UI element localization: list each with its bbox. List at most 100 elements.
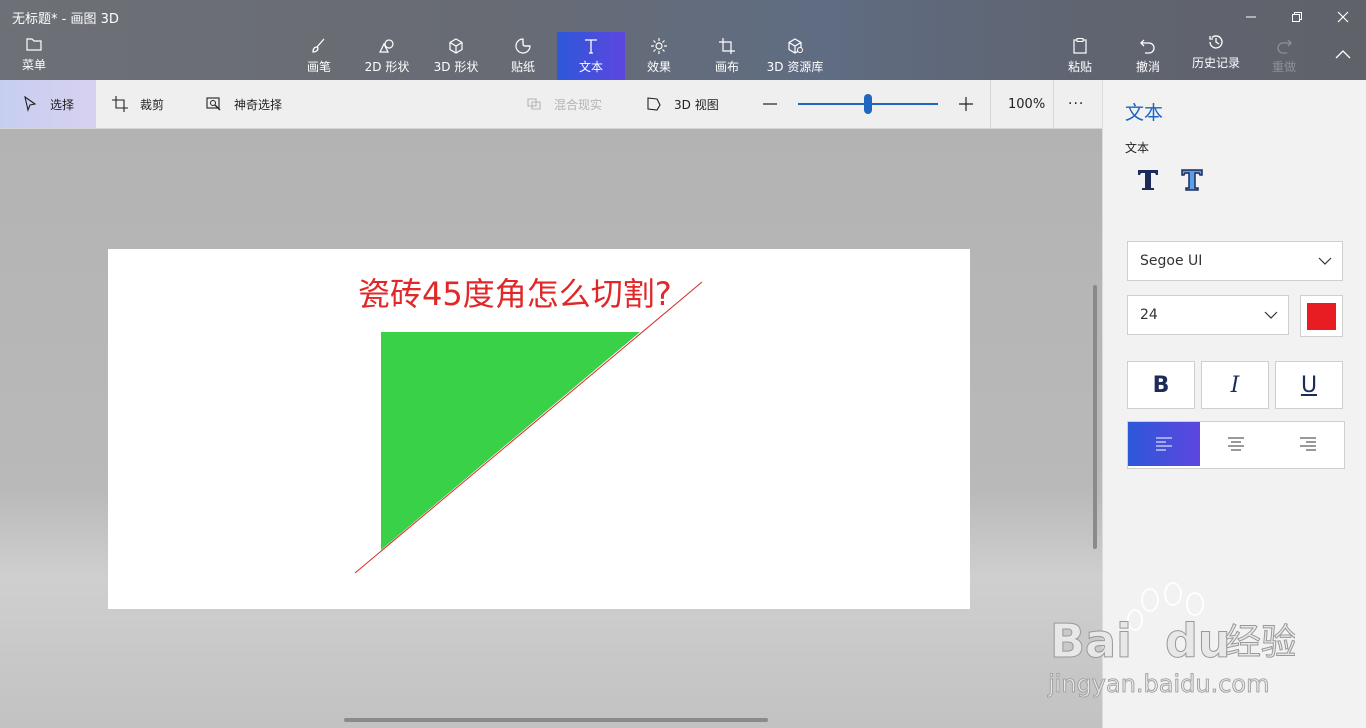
more-button[interactable]: ···: [1068, 80, 1084, 128]
font-size-value: 24: [1140, 307, 1158, 323]
minus-icon: [763, 103, 777, 105]
more-divider: [1053, 80, 1054, 128]
text-color-button[interactable]: [1300, 295, 1343, 337]
bold-button[interactable]: B: [1127, 361, 1195, 409]
cursor-icon: [24, 96, 37, 112]
minimize-button[interactable]: [1228, 3, 1274, 31]
paste-label: 粘贴: [1067, 60, 1092, 74]
align-right-icon: [1300, 437, 1316, 451]
watermark-logo: Bai du 经验 jingyan.baidu.com: [1047, 582, 1298, 698]
alignment-group: [1127, 421, 1345, 469]
2d-text-icon: [1138, 170, 1158, 190]
magic-select-label: 神奇选择: [234, 97, 283, 112]
tool-canvas-label: 画布: [714, 60, 739, 74]
2d-shapes-icon: [379, 39, 394, 53]
tool-2d-shapes[interactable]: 2D 形状: [362, 32, 412, 80]
tool-effects-label: 效果: [646, 60, 671, 74]
2d-text-button[interactable]: [1135, 164, 1161, 194]
menu-button[interactable]: 菜单: [8, 30, 60, 78]
underline-button[interactable]: U: [1275, 361, 1343, 409]
tool-3d-library[interactable]: 3D 资源库: [764, 32, 826, 80]
chevron-up-icon: [1335, 49, 1351, 58]
watermark-brand: Bai: [1050, 614, 1132, 668]
zoom-level[interactable]: 100%: [1008, 80, 1045, 128]
text-color-swatch: [1307, 302, 1336, 330]
font-size-dropdown[interactable]: 24: [1127, 295, 1289, 335]
tool-brush[interactable]: 画笔: [296, 32, 342, 80]
redo-icon: [1277, 39, 1292, 54]
minimize-icon: [1246, 16, 1256, 18]
mixed-reality-label: 混合现实: [554, 97, 603, 112]
zoom-in-button[interactable]: [956, 80, 976, 128]
italic-button[interactable]: I: [1201, 361, 1269, 409]
align-left-button[interactable]: [1128, 422, 1200, 466]
tool-text-label: 文本: [578, 60, 603, 74]
zoom-out-button[interactable]: [760, 80, 780, 128]
undo-button[interactable]: 撤消: [1130, 32, 1166, 80]
3d-view-button[interactable]: 3D 视图: [646, 80, 719, 128]
tool-text[interactable]: 文本: [557, 32, 625, 80]
folder-icon: [26, 38, 42, 51]
history-button[interactable]: 历史记录: [1188, 28, 1244, 76]
crop-button[interactable]: 裁剪: [112, 80, 164, 128]
stickers-icon: [515, 38, 531, 54]
vertical-scrollbar[interactable]: [1093, 285, 1097, 549]
select-label: 选择: [49, 97, 74, 112]
watermark-url: jingyan.baidu.com: [1047, 670, 1269, 698]
window-title: 无标题* - 画图 3D: [12, 12, 119, 27]
close-button[interactable]: [1320, 3, 1366, 31]
tool-stickers[interactable]: 贴纸: [500, 32, 546, 80]
drawing-canvas[interactable]: 瓷砖45度角怎么切割?: [108, 249, 970, 609]
collapse-toolbar-button[interactable]: [1328, 32, 1358, 80]
3d-view-label: 3D 视图: [674, 97, 719, 112]
paste-icon: [1073, 38, 1087, 54]
select-button[interactable]: 选择: [0, 80, 96, 128]
zoom-divider: [990, 80, 991, 128]
undo-icon: [1140, 39, 1155, 54]
restore-button[interactable]: [1274, 3, 1320, 31]
align-center-button[interactable]: [1200, 422, 1272, 466]
canvas-drawing: [354, 281, 703, 574]
3d-library-icon: [788, 38, 803, 54]
chevron-down-icon: [1318, 257, 1332, 265]
zoom-slider[interactable]: [798, 80, 938, 128]
redo-button[interactable]: 重做: [1266, 32, 1302, 80]
plus-icon: [959, 97, 973, 111]
title-toolbar: 无标题* - 画图 3D 菜单 画笔 2D 形状 3D 形状 贴纸 文本 效果 …: [0, 0, 1366, 80]
watermark-cn: 经验: [1225, 622, 1295, 663]
restore-icon: [1292, 12, 1302, 22]
crop-label: 裁剪: [140, 97, 165, 112]
3d-view-icon: [647, 97, 661, 111]
3d-text-button[interactable]: [1179, 164, 1205, 194]
effects-icon: [651, 38, 667, 54]
zoom-slider-thumb[interactable]: [864, 94, 872, 114]
panel-subtitle: 文本: [1125, 141, 1150, 155]
canvas-icon: [719, 38, 735, 54]
chevron-down-icon: [1264, 311, 1278, 319]
font-family-value: Segoe UI: [1140, 253, 1203, 269]
align-left-icon: [1156, 437, 1172, 451]
tool-stickers-label: 贴纸: [510, 60, 535, 74]
mixed-reality-icon: [527, 98, 541, 110]
3d-text-icon: [1181, 169, 1203, 191]
paste-button[interactable]: 粘贴: [1062, 32, 1098, 80]
magic-select-button[interactable]: 神奇选择: [206, 80, 282, 128]
tool-3d-shapes-label: 3D 形状: [433, 60, 479, 74]
horizontal-scrollbar[interactable]: [344, 718, 768, 722]
tool-3d-shapes[interactable]: 3D 形状: [430, 32, 482, 80]
undo-label: 撤消: [1135, 60, 1160, 74]
tool-brush-label: 画笔: [306, 60, 331, 74]
mixed-reality-button[interactable]: 混合现实: [526, 80, 602, 128]
crop-icon: [112, 96, 128, 112]
history-label: 历史记录: [1191, 56, 1240, 70]
align-right-button[interactable]: [1272, 422, 1344, 466]
tool-canvas[interactable]: 画布: [704, 32, 750, 80]
panel-title: 文本: [1125, 102, 1164, 124]
redo-label: 重做: [1271, 60, 1296, 74]
watermark-brand-du: du: [1165, 614, 1231, 668]
menu-label: 菜单: [21, 58, 46, 72]
tool-3d-library-label: 3D 资源库: [766, 60, 824, 74]
green-triangle[interactable]: [381, 332, 640, 550]
font-family-dropdown[interactable]: Segoe UI: [1127, 241, 1343, 281]
tool-effects[interactable]: 效果: [636, 32, 682, 80]
